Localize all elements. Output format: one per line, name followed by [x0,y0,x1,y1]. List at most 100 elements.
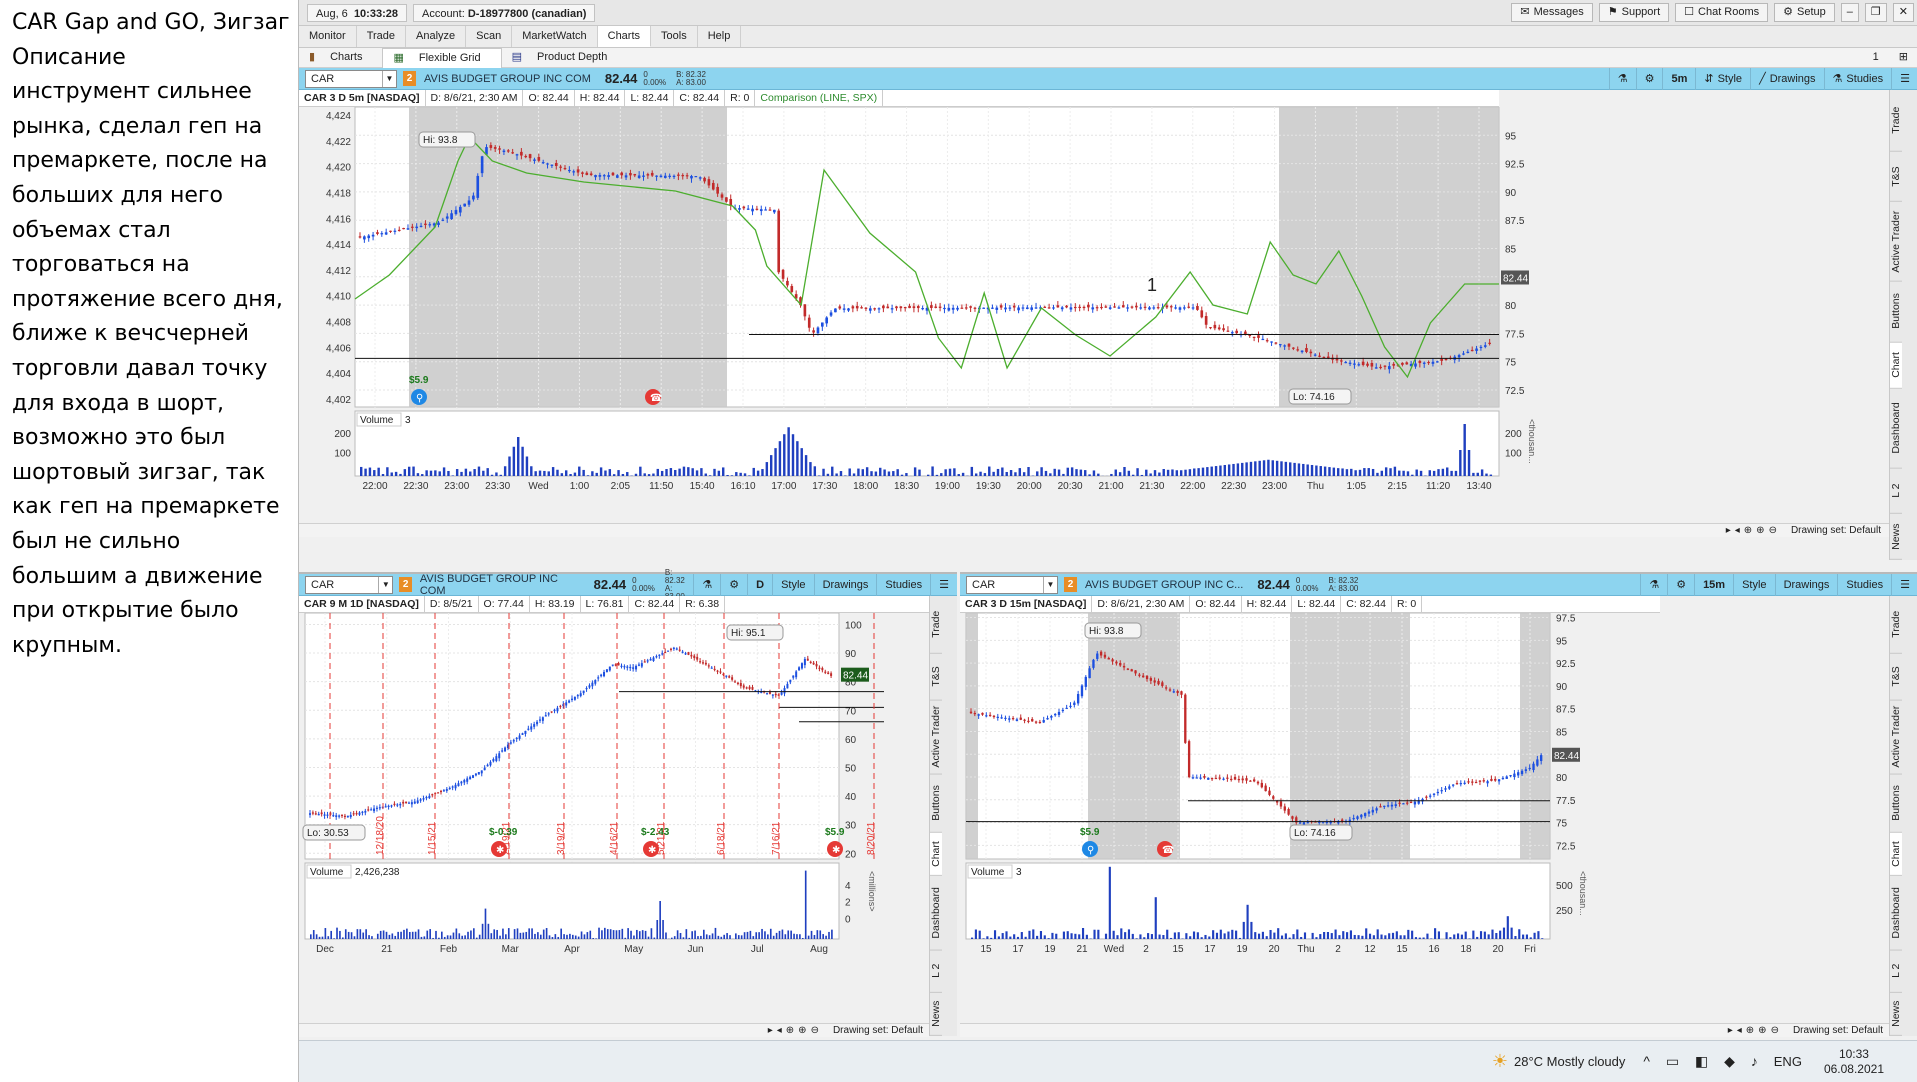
side-tab-t-s[interactable]: T&S [1890,151,1902,202]
drawings-button[interactable]: Drawings [1774,573,1838,596]
minimize-button[interactable]: – [1840,3,1859,22]
zoom-controls[interactable]: ▸◂⊕⊕⊖ [768,1025,823,1036]
volume-bar [982,938,985,939]
side-tab-chart[interactable]: Chart [1890,832,1902,876]
studies-button[interactable]: ⚗ Studies [1823,67,1892,90]
tab-product-depth[interactable]: ▤ Product Depth [502,48,628,67]
side-tab-trade[interactable]: Trade [1890,90,1902,152]
studies-button[interactable]: Studies [1837,573,1891,596]
menu-marketwatch[interactable]: MarketWatch [512,26,598,47]
messages-button[interactable]: ✉ Messages [1511,3,1593,22]
daily-chart-canvas[interactable]: 1009080706050403020Dec 21 Feb Mar Apr May Jun J… [299,613,929,1023]
layout-icon[interactable]: ⊞ [1889,48,1917,67]
symbol-input[interactable]: CAR ▼ [305,575,394,594]
tab-charts[interactable]: ▮ Charts [299,48,382,67]
drawings-button[interactable]: Drawings [813,573,877,596]
side-tab-news[interactable]: News [1890,993,1902,1036]
drawing-set-label[interactable]: Drawing set: Default [1793,1025,1883,1036]
menu-tools[interactable]: Tools [651,26,698,47]
event-icon-glyph: ✱ [648,845,656,856]
interval-button[interactable]: D [747,573,772,596]
flask-icon[interactable]: ⚗ [693,573,720,596]
symbol-input[interactable]: CAR ▼ [966,575,1058,594]
side-tab-news[interactable]: News [930,993,942,1036]
side-tab-dashboard[interactable]: Dashboard [930,875,942,951]
candle [624,175,628,178]
side-tab-dashboard[interactable]: Dashboard [1890,875,1902,951]
link-badge[interactable]: 2 [399,577,412,592]
side-tab-trade[interactable]: Trade [1890,596,1902,654]
flask-icon[interactable]: ⚗ [1640,573,1667,596]
y-tick-label: 100 [845,620,862,631]
intraday-15m-canvas[interactable]: 97.59592.59087.58582.58077.57572.5151719… [960,613,1889,1023]
side-tab-l-2[interactable]: L 2 [1890,468,1902,515]
side-tab-buttons[interactable]: Buttons [930,774,942,833]
zoom-controls[interactable]: ▸◂⊕⊕⊖ [1728,1025,1783,1036]
menu-icon[interactable]: ☰ [1891,67,1917,90]
tray-icons[interactable]: ^ ▭ ◧ ◆ ♪ [1643,1053,1763,1070]
style-button[interactable]: Style [1733,573,1774,596]
volume-bar [364,468,367,476]
style-button[interactable]: Style [772,573,813,596]
menu-help[interactable]: Help [698,26,742,47]
link-badge[interactable]: 2 [403,71,416,86]
link-badge[interactable]: 2 [1064,577,1077,592]
side-tab-dashboard[interactable]: Dashboard [1890,388,1902,469]
drawings-button[interactable]: ╱ Drawings [1750,67,1823,90]
flask-icon[interactable]: ⚗ [1608,67,1636,90]
grid-count[interactable]: 1 [1863,48,1889,67]
close-button[interactable]: ✕ [1892,3,1914,22]
account-selector[interactable]: Account: D-18977800 (canadian) [412,3,596,22]
weather-text[interactable]: 28°C Mostly cloudy [1514,1054,1625,1069]
settings-gear-icon[interactable]: ⚙ [720,573,747,596]
side-tab-active-trader[interactable]: Active Trader [1890,700,1902,775]
side-tab-t-s[interactable]: T&S [930,653,942,701]
symbol-input[interactable]: CAR ▼ [305,69,397,88]
volume-bar [697,936,699,939]
menu-monitor[interactable]: Monitor [299,26,357,47]
interval-button[interactable]: 5m [1662,67,1695,90]
side-tab-buttons[interactable]: Buttons [1890,774,1902,833]
candle [1490,778,1493,781]
settings-gear-icon[interactable]: ⚙ [1667,573,1694,596]
drawing-set-label[interactable]: Drawing set: Default [1791,525,1881,536]
candle [568,700,571,703]
side-tab-buttons[interactable]: Buttons [1890,281,1902,343]
zoom-controls[interactable]: ▸◂⊕⊕⊖ [1726,525,1781,536]
drawing-set-label[interactable]: Drawing set: Default [833,1025,923,1036]
chat-rooms-button[interactable]: ☐ Chat Rooms [1675,3,1769,22]
tab-flexible-grid[interactable]: ▦ Flexible Grid [382,47,502,68]
volume-bar [1467,450,1471,476]
support-button[interactable]: ⚑ Support [1598,3,1670,22]
menu-icon[interactable]: ☰ [930,573,957,596]
side-tab-active-trader[interactable]: Active Trader [1890,201,1902,282]
interval-button[interactable]: 15m [1694,573,1733,596]
candle [985,715,988,717]
menu-icon[interactable]: ☰ [1891,573,1917,596]
menu-trade[interactable]: Trade [357,26,407,47]
candle [343,815,346,818]
volume-bar [705,934,708,939]
menu-scan[interactable]: Scan [466,26,513,47]
side-tab-l-2[interactable]: L 2 [930,950,942,994]
settings-gear-icon[interactable]: ⚙ [1635,67,1663,90]
side-tab-news[interactable]: News [1890,514,1902,560]
taskbar-clock[interactable]: 10:33 06.08.2021 [1824,1047,1884,1077]
style-button[interactable]: ⇵ Style [1695,67,1750,90]
menu-charts[interactable]: Charts [597,26,652,47]
main-chart-canvas[interactable]: 9592.59087.58582.58077.57572.54,4244,422… [299,107,1889,547]
language-indicator[interactable]: ENG [1774,1054,1802,1069]
side-tab-trade[interactable]: Trade [930,596,942,654]
side-tab-chart[interactable]: Chart [1890,342,1902,389]
studies-button[interactable]: Studies [876,573,930,596]
candle [1153,680,1156,683]
menu-analyze[interactable]: Analyze [406,26,467,47]
side-tab-l-2[interactable]: L 2 [1890,950,1902,994]
setup-button[interactable]: ⚙ Setup [1774,3,1835,22]
side-tab-chart[interactable]: Chart [930,832,942,876]
side-tab-t-s[interactable]: T&S [1890,653,1902,701]
maximize-button[interactable]: ❐ [1864,3,1887,22]
volume-bar [787,930,790,939]
side-tab-active-trader[interactable]: Active Trader [930,700,942,775]
weather-icon[interactable]: ☀ [1492,1051,1508,1072]
